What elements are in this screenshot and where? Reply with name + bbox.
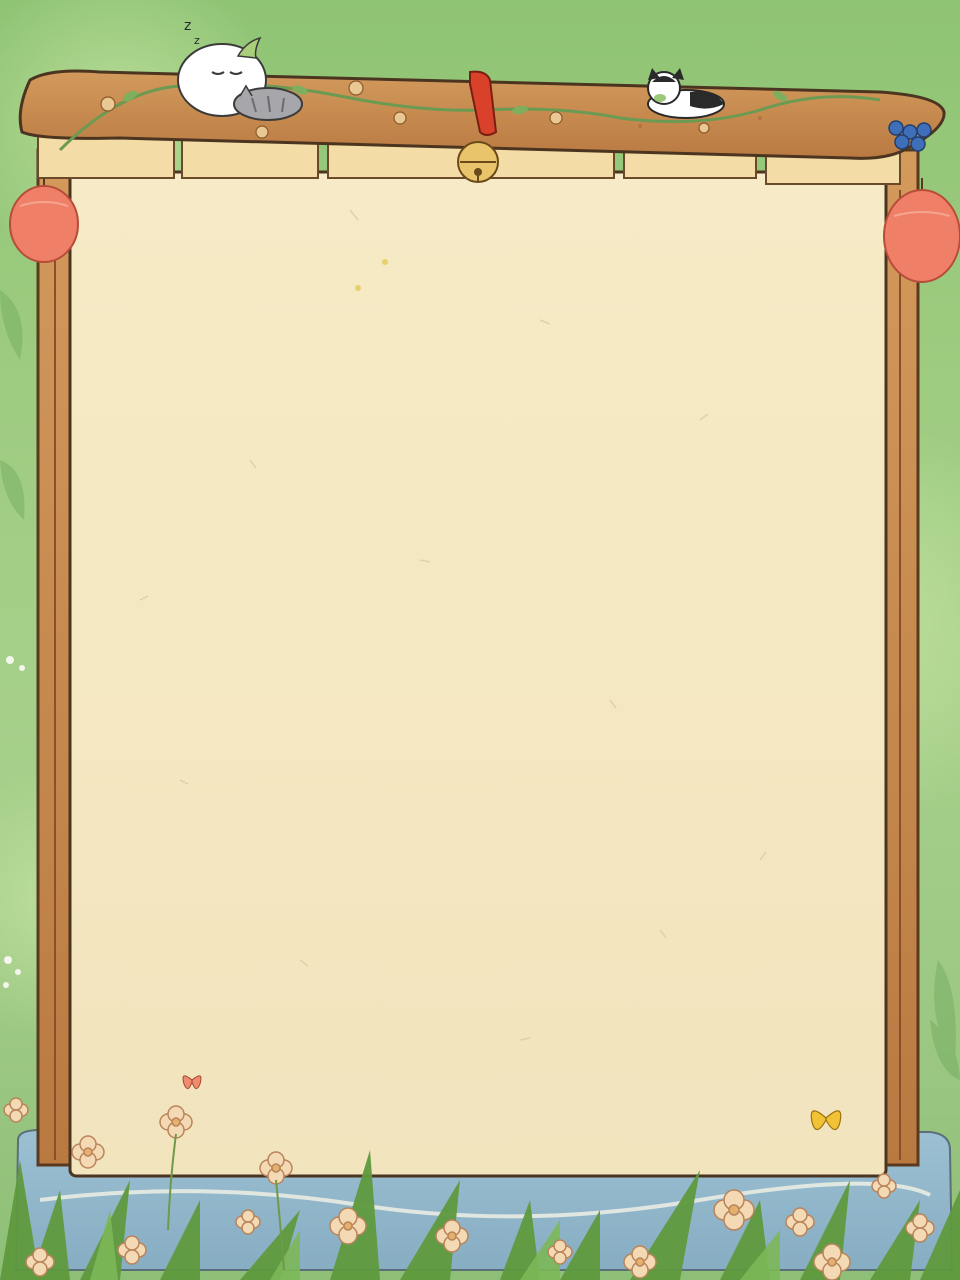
svg-text:z: z <box>184 18 191 34</box>
cat-icon: z z <box>177 18 303 121</box>
stationery-page: { "theme": { "background_green": "#9ccb7… <box>0 0 960 1280</box>
left-post <box>36 148 74 1167</box>
cat-icon <box>647 68 725 119</box>
bell-icon <box>457 141 499 183</box>
svg-text:z: z <box>194 34 200 47</box>
writing-area <box>72 190 884 1165</box>
right-post <box>882 148 920 1167</box>
